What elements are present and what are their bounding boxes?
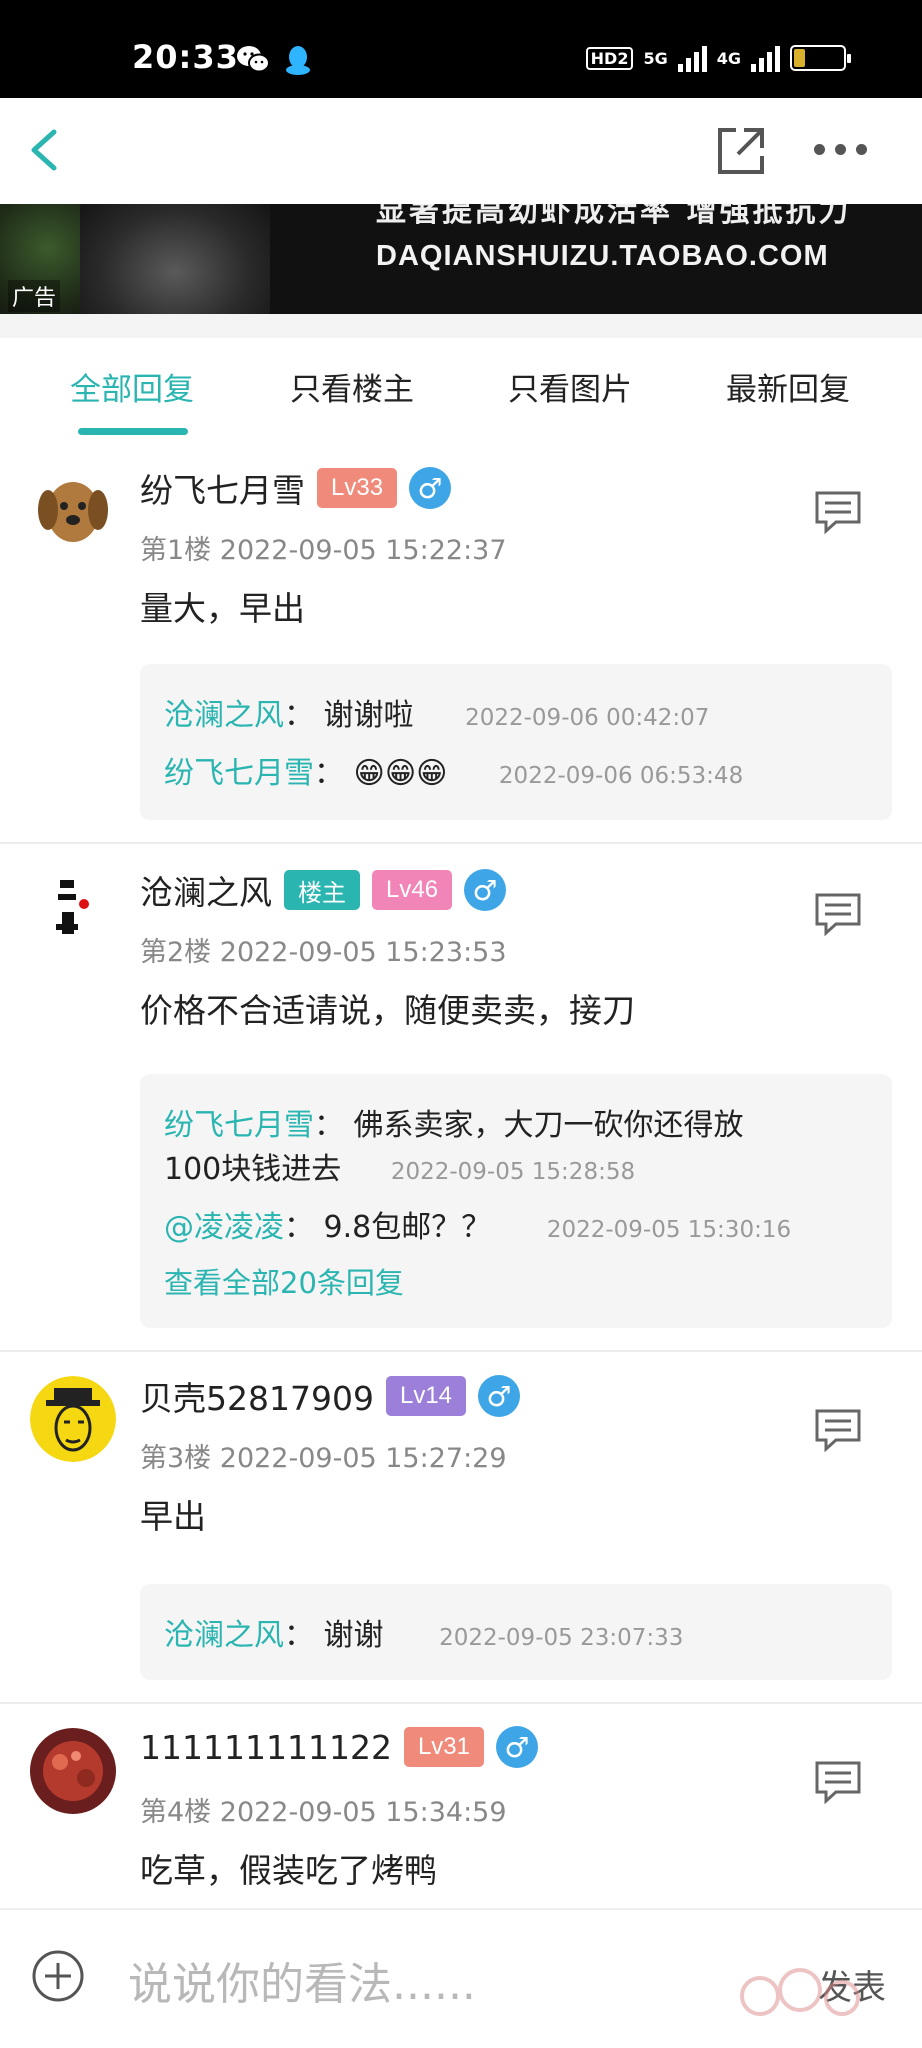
username[interactable]: 沧澜之风	[140, 866, 272, 914]
ad-tag: 广告	[8, 280, 61, 312]
gender-male-icon: ♂	[496, 1726, 538, 1768]
reply-box: 纷飞七月雪： 佛系卖家，大刀一砍你还得放 100块钱进去 2022-09-05 …	[140, 1074, 892, 1328]
reply-text-cont: 100块钱进去	[164, 1152, 342, 1187]
reply-box: 沧澜之风： 谢谢 2022-09-05 23:07:33	[140, 1584, 892, 1680]
battery-level: 22	[805, 47, 831, 69]
status-time: 20:33	[132, 38, 239, 76]
filter-tabs: 全部回复 只看楼主 只看图片 最新回复	[0, 338, 922, 442]
tab-latest-replies[interactable]: 最新回复	[726, 364, 850, 409]
reply-text: 谢谢啦	[323, 698, 414, 733]
level-badge: Lv14	[385, 1376, 467, 1416]
user-row: 111111111122 Lv31 ♂	[140, 1726, 538, 1768]
floor-timestamp: 第4楼 2022-09-05 15:34:59	[140, 1797, 507, 1828]
avatar[interactable]	[30, 866, 116, 952]
reply-time: 2022-09-06 00:42:07	[465, 705, 710, 731]
post-content: 吃草，假装吃了烤鸭	[140, 1851, 437, 1890]
reply-author[interactable]: 纷飞七月雪	[164, 756, 314, 791]
post-floor-3: 贝壳52817909 Lv14 ♂ 第3楼 2022-09-05 15:27:2…	[0, 1352, 922, 1704]
op-badge: 楼主	[284, 870, 360, 910]
watermark-logo-icon	[740, 1968, 860, 2016]
username[interactable]: 111111111122	[140, 1728, 392, 1767]
level-badge: Lv31	[403, 1727, 484, 1767]
reply-time: 2022-09-06 06:53:48	[498, 763, 744, 789]
comment-icon[interactable]	[814, 1408, 862, 1452]
reply-box: 沧澜之风： 谢谢啦 2022-09-06 00:42:07 纷飞七月雪： 😁😁😁…	[140, 664, 892, 820]
avatar[interactable]	[30, 1376, 116, 1462]
share-icon[interactable]	[714, 124, 768, 178]
post-content: 早出	[140, 1497, 206, 1536]
reply-item[interactable]: 沧澜之风： 谢谢 2022-09-05 23:07:33	[164, 1610, 683, 1654]
signal-icon	[677, 44, 707, 72]
gender-male-icon: ♂	[478, 1375, 521, 1417]
reply-item[interactable]: 纷飞七月雪： 😁😁😁 2022-09-06 06:53:48	[164, 748, 743, 792]
level-badge: Lv33	[317, 468, 398, 508]
reply-time: 2022-09-05 23:07:33	[439, 1625, 684, 1651]
reply-author[interactable]: 沧澜之风	[164, 698, 284, 733]
reply-text: 9.8包邮？？	[323, 1210, 492, 1245]
post-floor-1: 纷飞七月雪 Lv33 ♂ 第1楼 2022-09-05 15:22:37 量大，…	[0, 442, 922, 844]
reply-item[interactable]: 纷飞七月雪： 佛系卖家，大刀一砍你还得放	[164, 1100, 744, 1144]
reply-item[interactable]: 沧澜之风： 谢谢啦 2022-09-06 00:42:07	[164, 690, 709, 734]
divider	[0, 314, 922, 338]
wechat-icon	[237, 46, 270, 73]
view-all-replies-link[interactable]: 查看全部20条回复	[164, 1260, 404, 1302]
qq-icon	[286, 46, 310, 75]
reply-text: 谢谢	[323, 1618, 384, 1653]
tab-op-only[interactable]: 只看楼主	[290, 364, 414, 409]
avatar[interactable]	[30, 1728, 116, 1814]
reply-author[interactable]: @凌凌凌	[164, 1210, 284, 1245]
level-badge: Lv46	[372, 870, 453, 910]
signal-icon-2	[751, 44, 780, 72]
reply-text: 佛系卖家，大刀一砍你还得放	[353, 1108, 744, 1143]
avatar[interactable]	[30, 464, 116, 550]
reply-time: 2022-09-05 15:30:16	[546, 1217, 792, 1243]
status-bar: 20:33 HD2 5G 4G 22	[0, 0, 922, 98]
ad-slogan: 显著提高幼虾成活率 增强抵抗力	[376, 204, 852, 229]
post-content: 价格不合适请说，随便卖卖，接刀	[140, 991, 635, 1030]
comment-input[interactable]: 说说你的看法......	[128, 1948, 476, 2012]
chevron-left-icon[interactable]	[24, 124, 64, 176]
reply-author[interactable]: 纷飞七月雪	[164, 1108, 314, 1143]
comment-icon[interactable]	[814, 1760, 862, 1804]
reply-text: 😁😁😁	[353, 756, 448, 791]
reply-time: 2022-09-05 15:28:58	[390, 1159, 636, 1185]
floor-timestamp: 第1楼 2022-09-05 15:22:37	[140, 535, 507, 566]
network-4g: 4G	[716, 48, 741, 68]
network-5g: 5G	[643, 48, 668, 68]
username[interactable]: 贝壳52817909	[140, 1372, 374, 1420]
hd-badge: HD2	[585, 46, 634, 70]
ad-product-image	[80, 204, 270, 314]
post-content: 量大，早出	[140, 589, 305, 628]
reply-author[interactable]: 沧澜之风	[164, 1618, 284, 1653]
comment-icon[interactable]	[814, 490, 862, 534]
reply-item[interactable]: @凌凌凌： 9.8包邮？？ 2022-09-05 15:30:16	[164, 1202, 791, 1246]
user-row: 纷飞七月雪 Lv33 ♂	[140, 464, 452, 512]
user-row: 沧澜之风 楼主 Lv46 ♂	[140, 866, 507, 914]
gender-male-icon: ♂	[464, 869, 507, 911]
nav-bar	[0, 98, 922, 204]
ad-url: DAQIANSHUIZU.TAOBAO.COM	[376, 240, 829, 272]
reply-item-cont: 100块钱进去 2022-09-05 15:28:58	[164, 1144, 635, 1188]
gender-male-icon: ♂	[409, 467, 452, 509]
floor-timestamp: 第3楼 2022-09-05 15:27:29	[140, 1443, 507, 1474]
user-row: 贝壳52817909 Lv14 ♂	[140, 1372, 521, 1420]
battery-icon: 22	[790, 45, 851, 71]
more-icon[interactable]	[814, 144, 867, 155]
floor-timestamp: 第2楼 2022-09-05 15:23:53	[140, 937, 507, 968]
tab-images-only[interactable]: 只看图片	[508, 364, 632, 409]
ad-banner[interactable]: 显著提高幼虾成活率 增强抵抗力 DAQIANSHUIZU.TAOBAO.COM …	[0, 204, 922, 314]
post-floor-4: 111111111122 Lv31 ♂ 第4楼 2022-09-05 15:34…	[0, 1704, 922, 1908]
comment-icon[interactable]	[814, 892, 862, 936]
tab-active-indicator	[78, 428, 188, 435]
tab-all-replies[interactable]: 全部回复	[70, 364, 194, 409]
plus-circle-icon[interactable]	[30, 1948, 86, 2004]
post-floor-2: 沧澜之风 楼主 Lv46 ♂ 第2楼 2022-09-05 15:23:53 价…	[0, 844, 922, 1352]
username[interactable]: 纷飞七月雪	[140, 464, 305, 512]
